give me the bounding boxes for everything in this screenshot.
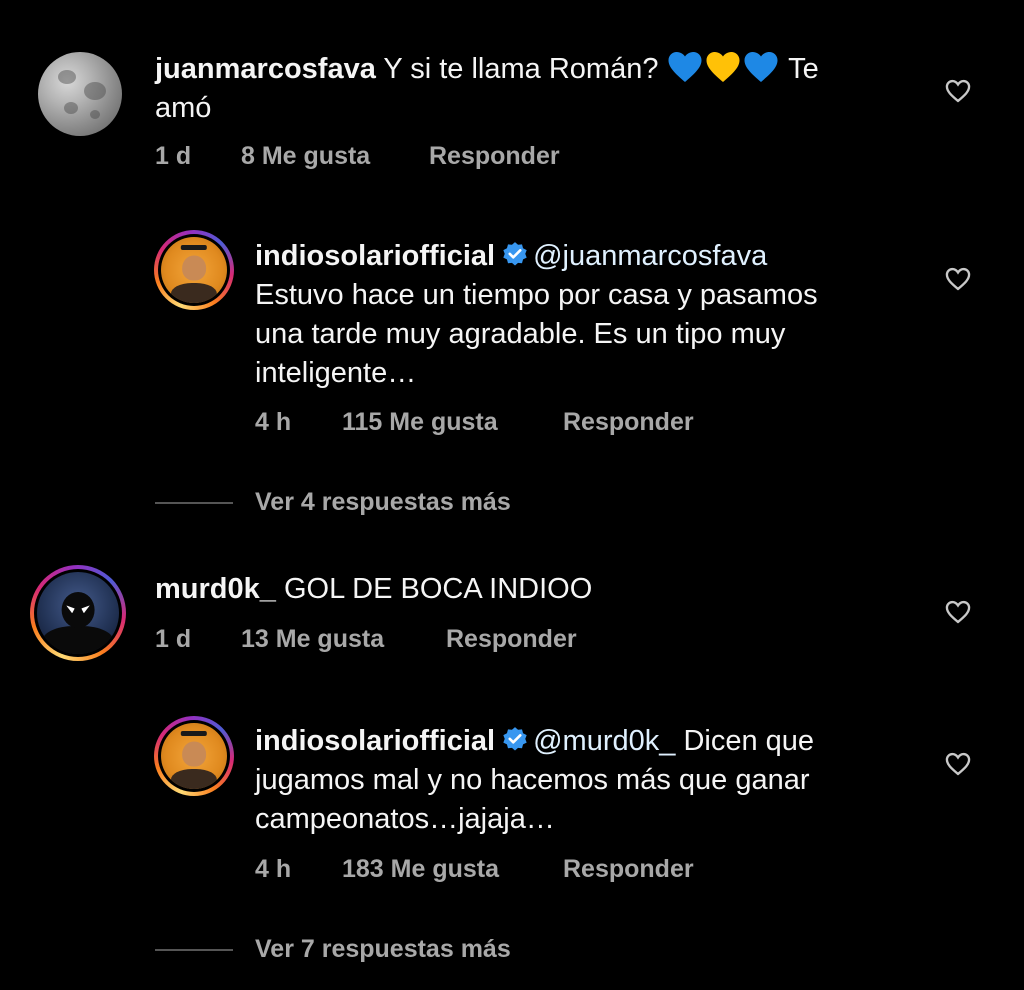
- comment-meta: 1 d 13 Me gusta Responder: [155, 625, 577, 654]
- blue-heart-emoji: [668, 52, 702, 82]
- like-heart-icon[interactable]: [944, 750, 972, 778]
- view-more-replies-label[interactable]: Ver 4 respuestas más: [255, 488, 511, 517]
- comment-meta: 4 h 115 Me gusta Responder: [255, 408, 694, 437]
- comment-body-line1: Estuvo hace un tiempo por casa y pasamos: [255, 279, 818, 311]
- avatar-juanmarcosfava[interactable]: [38, 52, 122, 136]
- likes-count[interactable]: 8 Me gusta: [241, 142, 429, 171]
- username[interactable]: murd0k_: [155, 573, 276, 605]
- reply-button[interactable]: Responder: [563, 855, 694, 884]
- like-heart-icon[interactable]: [944, 265, 972, 293]
- mention-link[interactable]: @murd0k_: [533, 725, 675, 757]
- comment-body-line1: Dicen que: [683, 725, 815, 757]
- username[interactable]: juanmarcosfava: [155, 53, 376, 85]
- blue-heart-emoji: [744, 52, 778, 82]
- comment-body-line2: una tarde muy agradable. Es un tipo muy: [255, 318, 786, 350]
- comment-body-line3: inteligente…: [255, 357, 417, 389]
- comment-text: indiosolariofficial @murd0k_ Dicen que ju…: [255, 722, 935, 839]
- username[interactable]: indiosolariofficial: [255, 240, 495, 272]
- timestamp: 1 d: [155, 142, 192, 170]
- comment-body-line2: jugamos mal y no hacemos más que ganar: [255, 764, 810, 796]
- timestamp: 4 h: [255, 855, 292, 883]
- comment-text: murd0k_ GOL DE BOCA INDIOO: [155, 570, 915, 609]
- comment-body: Y si te llama Román?: [383, 53, 659, 85]
- comment-body-line3: campeonatos…jajaja…: [255, 803, 555, 835]
- emoji-group: [667, 52, 789, 85]
- timestamp: 4 h: [255, 408, 292, 436]
- divider-line: [155, 501, 233, 504]
- view-more-replies-button[interactable]: Ver 4 respuestas más: [155, 488, 511, 517]
- yellow-heart-emoji: [706, 52, 740, 82]
- reply-button[interactable]: Responder: [563, 408, 694, 437]
- verified-badge-icon: [503, 242, 527, 266]
- timestamp: 1 d: [155, 625, 192, 653]
- divider-line: [155, 948, 233, 951]
- username[interactable]: indiosolariofficial: [255, 725, 495, 757]
- reply-button[interactable]: Responder: [429, 142, 560, 171]
- view-more-replies-label[interactable]: Ver 7 respuestas más: [255, 935, 511, 964]
- likes-count[interactable]: 13 Me gusta: [241, 625, 446, 654]
- mention-link[interactable]: @juanmarcosfava: [533, 240, 767, 272]
- verified-badge-icon: [503, 727, 527, 751]
- comment-text: juanmarcosfava Y si te llama Román? Te a…: [155, 50, 915, 128]
- comment-body-tail: Te: [788, 53, 819, 85]
- avatar-indiosolariofficial[interactable]: [154, 716, 234, 796]
- comment-meta: 4 h 183 Me gusta Responder: [255, 855, 694, 884]
- view-more-replies-button[interactable]: Ver 7 respuestas más: [155, 935, 511, 964]
- comment-body: GOL DE BOCA INDIOO: [283, 573, 593, 605]
- comment-text: indiosolariofficial @juanmarcosfava Estuv…: [255, 237, 935, 393]
- comment-meta: 1 d 8 Me gusta Responder: [155, 142, 560, 171]
- avatar-murd0k[interactable]: [30, 565, 126, 661]
- like-heart-icon[interactable]: [944, 598, 972, 626]
- comment-body-line2: amó: [155, 92, 212, 124]
- likes-count[interactable]: 115 Me gusta: [342, 408, 563, 437]
- like-heart-icon[interactable]: [944, 77, 972, 105]
- reply-button[interactable]: Responder: [446, 625, 577, 654]
- avatar-indiosolariofficial[interactable]: [154, 230, 234, 310]
- likes-count[interactable]: 183 Me gusta: [342, 855, 563, 884]
